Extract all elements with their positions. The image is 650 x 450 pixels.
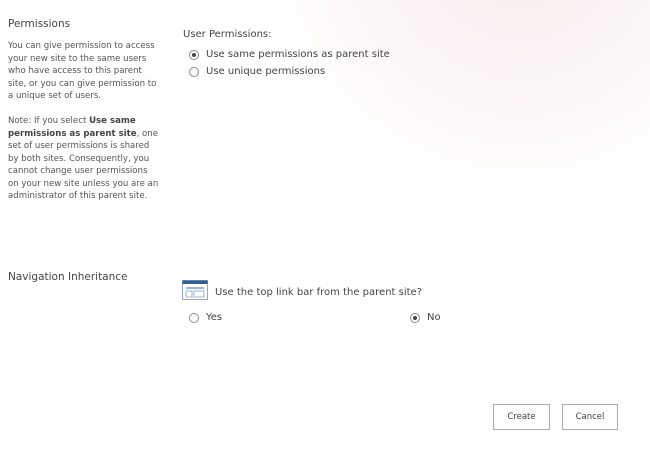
radio-nav-yes-label[interactable]: Yes [206, 312, 222, 323]
note-suffix: , one set of user permissions is shared … [8, 128, 159, 202]
top-link-bar-question: Use the top link bar from the parent sit… [215, 287, 423, 298]
permissions-section-title: Permissions [8, 18, 71, 30]
radio-button-checked[interactable] [410, 312, 420, 323]
radio-same-permissions[interactable]: Use same permissions as parent site [189, 49, 390, 60]
permissions-description: You can give permission to access your n… [8, 41, 157, 101]
permissions-description-block: You can give permission to access your n… [8, 40, 160, 203]
create-button[interactable]: Create [493, 404, 550, 430]
radio-unique-permissions-label[interactable]: Use unique permissions [206, 66, 325, 77]
radio-button-checked[interactable] [189, 49, 199, 60]
radio-nav-no-label[interactable]: No [427, 312, 441, 323]
radio-nav-no[interactable]: No [410, 312, 441, 323]
radio-nav-yes[interactable]: Yes [189, 312, 222, 323]
note-prefix: Note: If you select [8, 116, 90, 126]
radio-button-unchecked[interactable] [189, 312, 199, 323]
top-link-bar-icon [182, 280, 208, 300]
page: Permissions You can give permission to a… [0, 0, 650, 450]
radio-same-permissions-label[interactable]: Use same permissions as parent site [206, 49, 390, 60]
cancel-button[interactable]: Cancel [562, 404, 618, 430]
permissions-note: Note: If you select Use same permissions… [8, 115, 160, 203]
user-permissions-label: User Permissions: [183, 29, 272, 40]
radio-unique-permissions[interactable]: Use unique permissions [189, 66, 325, 77]
navigation-section-title: Navigation Inheritance [8, 271, 128, 283]
radio-button-unchecked[interactable] [189, 66, 199, 77]
